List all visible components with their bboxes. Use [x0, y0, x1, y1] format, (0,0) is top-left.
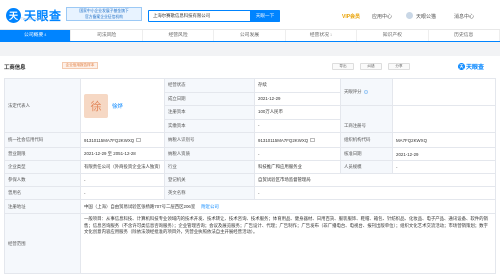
reg-cap-label: 注册资本	[165, 106, 255, 120]
nearby-companies-link[interactable]: 附近公司	[201, 204, 219, 210]
authority-value: 自贸试验区市场监督管理局	[255, 174, 496, 187]
authority-label: 登记机关	[165, 174, 255, 187]
tab-operations[interactable]: 经营状况1	[286, 30, 358, 41]
reg-no-label: 工商注册号	[341, 119, 393, 133]
tab-overview[interactable]: 公司概要4	[0, 30, 72, 41]
tab-legal-risk[interactable]: 司法风险	[71, 30, 143, 41]
en-name-label: 英文名称	[165, 187, 255, 200]
address-value: 中国（上海）自由贸易试验区张杨路707号二层西区206室	[84, 203, 196, 209]
search-button[interactable]: 天眼一下	[250, 10, 280, 22]
export-button[interactable]: 导出	[332, 63, 354, 70]
tab-label: 公司发展	[239, 33, 260, 38]
approve-date-label: 核准日期	[341, 148, 393, 161]
top-header: 天 天眼查 TianYanCha.com 国家中小企业发展子基金旗下 官方备案企…	[0, 0, 500, 30]
insured-num-label: 参保人数	[5, 174, 81, 187]
insured-num-value: -	[81, 174, 165, 187]
tab-ip[interactable]: 知识产权	[357, 30, 429, 41]
tab-label: 知识产权	[382, 33, 402, 38]
brand-logo-icon: 天	[6, 8, 21, 23]
tab-label: 历史信息	[454, 33, 474, 38]
legal-rep-label: 法定代表人	[5, 79, 81, 133]
tab-development[interactable]: 公司发展	[214, 30, 286, 41]
approve-date-value: 2021-12-29	[393, 148, 496, 161]
info-icon[interactable]	[363, 90, 368, 94]
scope-value: 一般项目：从事信息科技、计算机科技专业领域内的技术开发、技术转让、技术咨询、技术…	[81, 214, 496, 274]
section-title: 工商信息	[4, 65, 26, 71]
share-button[interactable]: 分享	[388, 63, 410, 70]
correct-button[interactable]: 纠错	[360, 63, 382, 70]
address-label: 注册地址	[5, 200, 81, 214]
user-avatar[interactable]	[406, 12, 413, 19]
tab-count: 4	[44, 33, 47, 37]
trust-badge-line1: 国家中小企业发展子基金旗下	[79, 9, 129, 13]
tianyan-score-label: 天眼评分	[341, 79, 393, 106]
status-label: 经营状态	[165, 79, 255, 93]
watermark-icon: 天	[458, 63, 465, 70]
search-input[interactable]	[149, 11, 249, 21]
tab-label: 经营风险	[168, 33, 188, 38]
address-cell: 中国（上海）自由贸易试验区张杨路707号二层西区206室 附近公司	[81, 200, 496, 214]
est-date-label: 成立日期	[165, 92, 255, 106]
paid-cap-value: -	[255, 119, 341, 133]
trust-badge: 国家中小企业发展子基金旗下 官方备案企业征信机构	[66, 7, 142, 21]
tab-count: 1	[329, 33, 333, 37]
company-tabs: 公司概要4 司法风险 经营风险 公司发展 经营状况1 知识产权 历史信息	[0, 30, 500, 42]
status-value: 存续	[255, 79, 341, 93]
taxpayer-qual-value: -	[255, 148, 341, 161]
est-date-value: 2021-12-29	[255, 92, 341, 106]
brand-logo[interactable]: 天 天眼查	[6, 7, 62, 24]
business-info-panel: 工商信息 企业信用报告样本 导出 纠错 分享 天 天眼查 法定代表人 徐 徐烨 …	[0, 56, 500, 274]
legal-rep-cell: 徐 徐烨	[81, 79, 165, 133]
nav-app-center[interactable]: 应用中心	[372, 13, 392, 20]
nav-messages[interactable]: 消息中心	[454, 13, 474, 20]
copy-icon[interactable]	[136, 138, 142, 142]
reg-cap-value: 100万人民币	[255, 106, 341, 120]
business-info-table: 法定代表人 徐 徐烨 经营状态 存续 天眼评分 成立日期 2021-12-29 …	[4, 78, 496, 274]
tab-label: 公司概要	[24, 33, 44, 38]
copy-icon[interactable]	[310, 138, 316, 142]
nav-user[interactable]: 天眼公猫	[416, 13, 436, 20]
brand-domain: TianYanCha.com	[21, 17, 46, 21]
watermark: 天 天眼查	[458, 62, 484, 71]
industry-label: 行业	[165, 161, 255, 174]
biz-term-label: 营业期限	[5, 148, 81, 161]
tianyan-score-value	[393, 79, 496, 106]
company-type-value: 有限责任公司（外商投资企业法人独资）	[81, 161, 165, 174]
biz-term-value: 2021-12-29 至 2051-12-28	[81, 148, 165, 161]
company-type-label: 企业类型	[5, 161, 81, 174]
tab-business-risk[interactable]: 经营风险	[143, 30, 215, 41]
tab-label: 经营状况	[309, 33, 329, 38]
staff-size-value: -	[393, 161, 496, 174]
org-code-label: 组织机构代码	[341, 133, 393, 148]
tab-label: 司法风险	[97, 33, 117, 38]
credit-code-cell: 91310115MA7FQ2KWXQ	[81, 133, 165, 148]
staff-size-label: 人员规模	[341, 161, 393, 174]
reg-no-value	[393, 119, 496, 133]
tab-history[interactable]: 历史信息	[429, 30, 500, 41]
paid-cap-label: 实缴资本	[165, 119, 255, 133]
credit-code-value: 91310115MA7FQ2KWXQ	[84, 137, 135, 143]
taxpayer-id-value: 91310115MA7FQ2KWXQ	[258, 137, 309, 143]
legal-rep-avatar: 徐	[84, 93, 108, 118]
former-name-value: -	[81, 187, 165, 200]
scope-label: 经营范围	[5, 214, 81, 274]
trust-badge-line2: 官方备案企业征信机构	[85, 14, 123, 19]
credit-report-badge[interactable]: 企业信用报告样本	[62, 62, 98, 69]
credit-code-label: 统一社会信用代码	[5, 133, 81, 148]
search-box: 天眼一下	[148, 10, 280, 22]
taxpayer-id-label: 纳税人识别号	[165, 133, 255, 148]
en-name-value: -	[255, 187, 496, 200]
org-code-value: MA7FQ2KWXQ	[393, 133, 496, 148]
section-actions: 导出 纠错 分享	[332, 63, 410, 70]
watermark-text: 天眼查	[466, 65, 485, 71]
taxpayer-id-cell: 91310115MA7FQ2KWXQ	[255, 133, 341, 148]
legal-rep-name[interactable]: 徐烨	[112, 102, 123, 110]
brand-name: 天眼查	[24, 9, 62, 23]
tianyan-score-text: 天眼评分	[344, 89, 362, 94]
former-name-label: 曾用名	[5, 187, 81, 200]
nav-vip[interactable]: VIP会员	[342, 13, 360, 20]
taxpayer-qual-label: 纳税人资质	[165, 148, 255, 161]
industry-value: 科技推广和应用服务业	[255, 161, 341, 174]
